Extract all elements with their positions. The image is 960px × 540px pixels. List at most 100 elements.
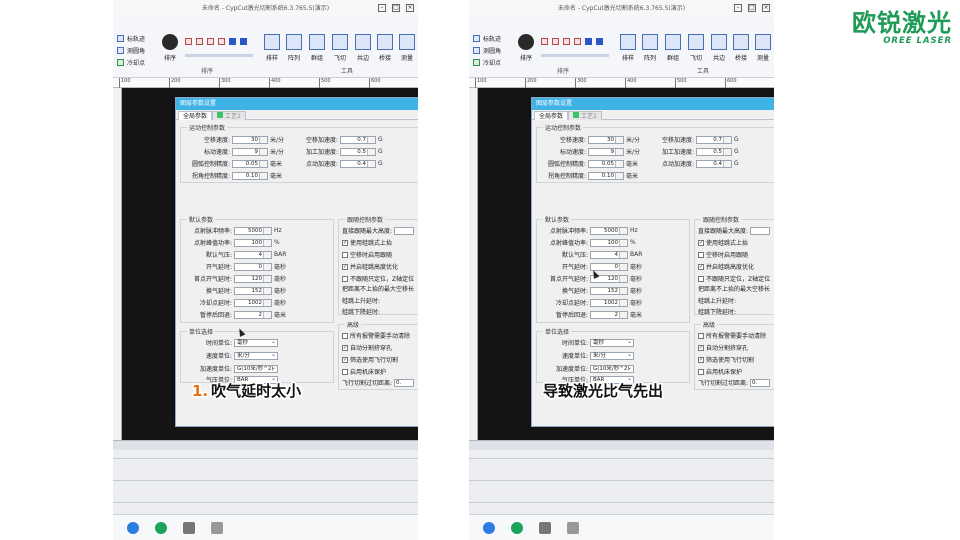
advanced-check-row[interactable]: ✓ 筛选使用飞行切割	[698, 355, 754, 364]
follow-check-row[interactable]: 空移时启用跟随	[698, 250, 748, 259]
tab-process-1[interactable]: 工艺1	[568, 111, 602, 120]
accel-input[interactable]: 0.7	[696, 135, 732, 144]
sort-slider[interactable]	[185, 54, 253, 57]
speed-input[interactable]: 9	[232, 147, 268, 156]
param-input[interactable]: 0	[234, 262, 272, 271]
advanced-check-row[interactable]: 启用机床保护	[698, 367, 742, 376]
advanced-check-row[interactable]: ✓ 筛选使用飞行切割	[342, 355, 398, 364]
ribbon-small-button[interactable]: 测圆角	[117, 44, 145, 56]
param-input[interactable]: 152	[234, 286, 272, 295]
follow-check-row[interactable]: ✓ 并启蛙跳高度优化	[342, 262, 398, 271]
sort-tool-icon[interactable]	[574, 38, 581, 45]
browser-icon[interactable]	[127, 521, 139, 534]
advanced-check-row[interactable]: ✓ 自动分割挤穿孔	[698, 343, 748, 352]
ribbon-small-button[interactable]: 冷却点	[473, 56, 501, 68]
previous-icon[interactable]	[585, 38, 592, 45]
sort-tool-icon[interactable]	[207, 38, 214, 45]
tool-icon[interactable]	[539, 521, 551, 534]
checkbox[interactable]: ✓	[342, 239, 348, 246]
array-button[interactable]: 阵列	[283, 34, 305, 62]
sort-tool-icon[interactable]	[218, 38, 225, 45]
unit-select[interactable]: 米/分	[590, 351, 634, 360]
tab-global-params[interactable]: 全局参数	[534, 111, 569, 120]
checkbox[interactable]	[698, 275, 704, 282]
param-input[interactable]: 152	[590, 286, 628, 295]
app-icon[interactable]	[155, 521, 167, 534]
unit-select[interactable]: 米/分	[234, 351, 278, 360]
minimize-icon[interactable]: –	[378, 4, 386, 12]
checkbox[interactable]: ✓	[698, 356, 704, 363]
unit-select[interactable]: G(10米/秒^2)	[590, 364, 634, 373]
checkbox[interactable]: ✓	[342, 263, 348, 270]
checkbox[interactable]	[342, 368, 348, 375]
precision-input[interactable]: 0.05	[588, 159, 624, 168]
sort-slider[interactable]	[541, 54, 609, 57]
ribbon-small-button[interactable]: 标轨迹	[473, 32, 501, 44]
param-input[interactable]: 1002	[234, 298, 272, 307]
param-input[interactable]: 4	[590, 250, 628, 259]
checkbox[interactable]	[698, 368, 704, 375]
ribbon-small-button[interactable]: 冷却点	[117, 56, 145, 68]
sort-tool-icon[interactable]	[563, 38, 570, 45]
close-icon[interactable]: ×	[406, 4, 414, 12]
ribbon-small-button[interactable]: 测圆角	[473, 44, 501, 56]
advanced-check-row[interactable]: 所有报警需要手动清除	[342, 331, 410, 340]
next-icon[interactable]	[596, 38, 603, 45]
checkbox[interactable]	[698, 251, 704, 258]
accel-input[interactable]: 0.5	[696, 147, 732, 156]
checkbox[interactable]	[698, 332, 704, 339]
param-input[interactable]: 120	[234, 274, 272, 283]
follow-check-row[interactable]: 不跟随只定位，Z轴定位	[698, 274, 770, 283]
array-button[interactable]: 阵列	[639, 34, 661, 62]
accel-input[interactable]: 0.5	[340, 147, 376, 156]
follow-check-row[interactable]: ✓ 并启蛙跳高度优化	[698, 262, 754, 271]
param-input[interactable]: 2	[234, 310, 272, 319]
unit-select[interactable]: 毫秒	[234, 338, 278, 347]
accel-input[interactable]: 0.7	[340, 135, 376, 144]
follow-check-row[interactable]: ✓ 使用蛙跳式上抬	[342, 238, 392, 247]
tab-process-1[interactable]: 工艺1	[212, 111, 246, 120]
browser-icon[interactable]	[483, 521, 495, 534]
precision-input[interactable]: 0.05	[232, 159, 268, 168]
speed-input[interactable]: 30	[588, 135, 624, 144]
nest-button[interactable]: 排样	[261, 34, 283, 62]
nest-button[interactable]: 排样	[617, 34, 639, 62]
sort-tool-icon[interactable]	[552, 38, 559, 45]
sort-tool-icon[interactable]	[185, 38, 192, 45]
follow-check-row[interactable]: ✓ 使用蛙跳式上抬	[698, 238, 748, 247]
checkbox[interactable]: ✓	[698, 344, 704, 351]
accel-input[interactable]: 0.4	[696, 159, 732, 168]
sort-button[interactable]: 排序	[159, 34, 181, 62]
advanced-check-row[interactable]: ✓ 自动分割挤穿孔	[342, 343, 392, 352]
fly-cut-button[interactable]: 飞切	[685, 34, 707, 62]
ribbon-small-button[interactable]: 标轨迹	[117, 32, 145, 44]
sort-tool-icon[interactable]	[541, 38, 548, 45]
speed-input[interactable]: 9	[588, 147, 624, 156]
follow-check-row[interactable]: 空移时启用跟随	[342, 250, 392, 259]
param-input[interactable]: 5000	[590, 226, 628, 235]
tool-icon[interactable]	[183, 521, 195, 534]
checkbox[interactable]: ✓	[342, 356, 348, 363]
checkbox[interactable]	[342, 332, 348, 339]
tool-icon[interactable]	[567, 521, 579, 534]
close-icon[interactable]: ×	[762, 4, 770, 12]
checkbox[interactable]	[342, 275, 348, 282]
advanced-check-row[interactable]: 所有报警需要手动清除	[698, 331, 766, 340]
sort-tool-icon[interactable]	[196, 38, 203, 45]
max-height-input[interactable]	[394, 226, 415, 235]
common-edge-button[interactable]: 共边	[352, 34, 374, 62]
accel-input[interactable]: 0.4	[340, 159, 376, 168]
follow-check-row[interactable]: 不跟随只定位，Z轴定位	[342, 274, 414, 283]
speed-input[interactable]: 30	[232, 135, 268, 144]
common-edge-button[interactable]: 共边	[708, 34, 730, 62]
tool-icon[interactable]	[211, 521, 223, 534]
tab-global-params[interactable]: 全局参数	[178, 111, 213, 120]
fly-cut-button[interactable]: 飞切	[329, 34, 351, 62]
param-input[interactable]: 100	[234, 238, 272, 247]
bridge-button[interactable]: 桥接	[374, 34, 396, 62]
precision-input[interactable]: 0.10	[232, 171, 268, 180]
previous-icon[interactable]	[229, 38, 236, 45]
checkbox[interactable]: ✓	[698, 263, 704, 270]
checkbox[interactable]: ✓	[698, 239, 704, 246]
measure-button[interactable]: 测量	[396, 34, 418, 62]
